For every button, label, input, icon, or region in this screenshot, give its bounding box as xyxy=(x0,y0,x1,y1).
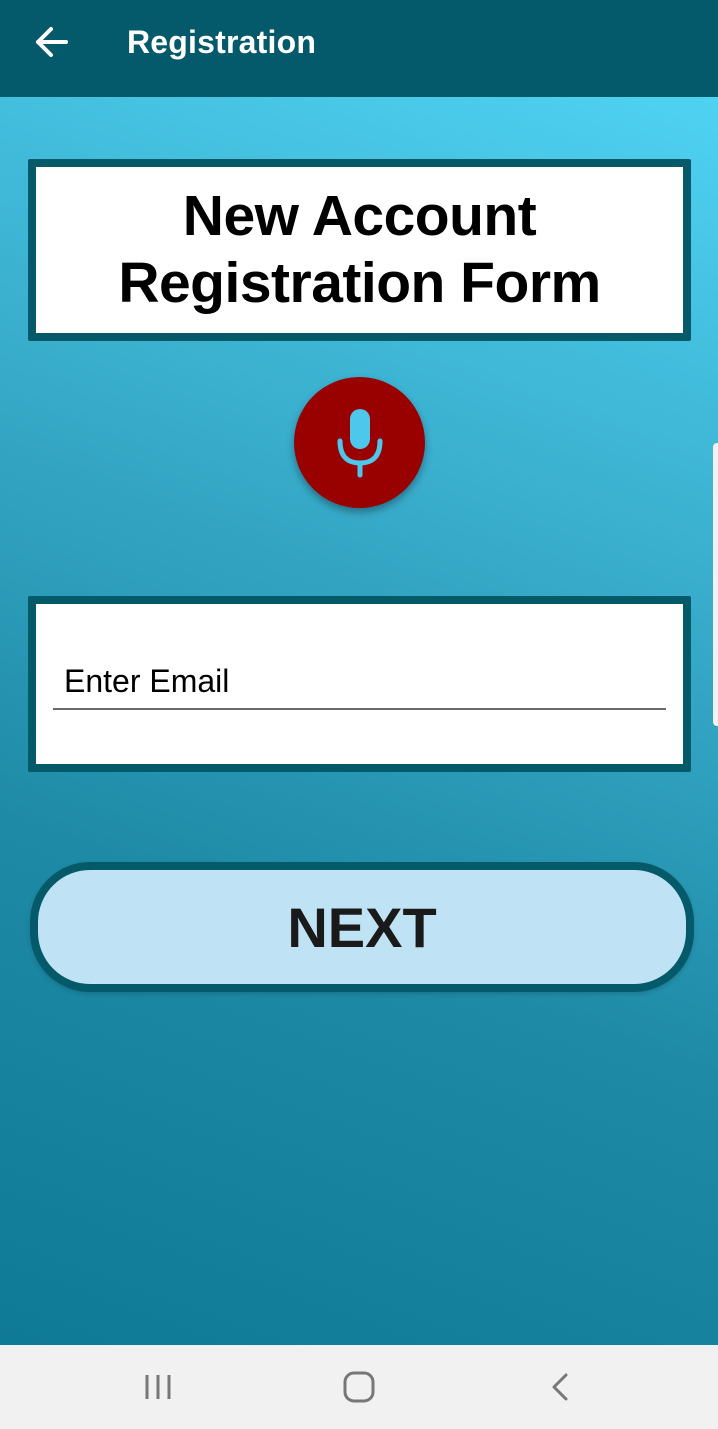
form-title-card: New Account Registration Form xyxy=(28,159,691,341)
app-bar: Registration xyxy=(0,0,718,97)
next-button[interactable]: NEXT xyxy=(30,862,694,992)
email-field[interactable] xyxy=(53,654,666,710)
arrow-left-icon xyxy=(36,27,68,57)
recent-apps-button[interactable] xyxy=(138,1367,178,1407)
edge-panel-handle[interactable] xyxy=(713,443,718,726)
home-icon xyxy=(343,1371,375,1403)
recent-apps-icon xyxy=(145,1375,171,1399)
app-title: Registration xyxy=(127,24,317,60)
form-title: New Account Registration Form xyxy=(118,184,601,315)
main-content: New Account Registration Form NEXT xyxy=(0,97,718,1345)
back-icon xyxy=(552,1373,568,1401)
system-nav-bar xyxy=(0,1345,718,1429)
home-button[interactable] xyxy=(339,1367,379,1407)
back-button[interactable] xyxy=(22,18,82,68)
nav-back-button[interactable] xyxy=(540,1367,580,1407)
registration-screen: Registration New Account Registration Fo… xyxy=(0,0,718,1429)
email-card xyxy=(28,596,691,772)
voice-input-button[interactable] xyxy=(294,377,425,508)
microphone-icon xyxy=(337,408,382,477)
